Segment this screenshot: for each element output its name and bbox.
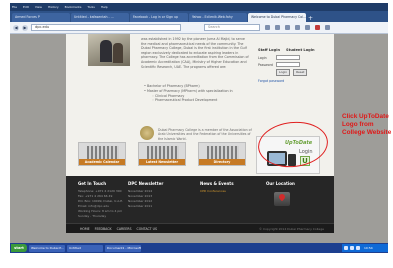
- footer-link-feedback[interactable]: FEEDBACK: [95, 227, 112, 231]
- events-links: CPD Conferences: [200, 189, 234, 194]
- tab-staff-login[interactable]: Staff Login: [258, 48, 280, 52]
- tab-dubai-pharmacy[interactable]: Welcome to Dubai Pharmacy Col...: [248, 13, 306, 22]
- contact-lines: Telephone: +971 4 2120 300 Fax: +971 4 2…: [78, 189, 123, 219]
- footer-nav: HOME FEEDBACK CAREERS CONTACT US: [80, 227, 157, 231]
- instruction-callout: Click UpToDate Logo from College Website: [342, 113, 392, 136]
- taskbar-item-document[interactable]: Document1 - Microsoft ...: [105, 244, 141, 252]
- hero-photo: [88, 34, 130, 66]
- menu-file[interactable]: File: [12, 5, 17, 10]
- program-label: Master of Pharmacy (MPharm) with special…: [147, 88, 233, 93]
- menu-history[interactable]: History: [48, 5, 59, 10]
- url-bar[interactable]: dpc.edu: [31, 24, 181, 31]
- program-subitem: ◦ Pharmaceutical Product Development: [152, 98, 218, 103]
- menu-edit[interactable]: Edit: [23, 5, 29, 10]
- login-buttons: Login Reset: [276, 69, 328, 76]
- footer-get-in-touch: Get In Touch Telephone: +971 4 2120 300 …: [78, 181, 123, 219]
- tab-student-login[interactable]: Student Login: [286, 48, 315, 52]
- desktop-screen: File Edit View History Bookmarks Tools H…: [0, 0, 393, 268]
- new-tab-button[interactable]: +: [307, 15, 314, 22]
- about-paragraph: was established in 1992 by the pioneer J…: [141, 37, 249, 69]
- page-content: was established in 1992 by the pioneer J…: [66, 34, 334, 176]
- forgot-password-link[interactable]: Forgot password: [258, 79, 328, 83]
- addon-icon[interactable]: [305, 25, 310, 30]
- programs-list: • Bachelor of Pharmacy (BPharm) • Master…: [144, 84, 252, 103]
- network-icon[interactable]: [344, 246, 348, 250]
- program-label: Bachelor of Pharmacy (BPharm): [147, 84, 200, 88]
- login-row: Login: [258, 55, 328, 60]
- college-seal-icon: [140, 126, 154, 140]
- taskbar-item-untitled[interactable]: Untitled: [67, 244, 103, 252]
- menu-help[interactable]: Help: [101, 5, 108, 10]
- tile-caption: Latest Newsletter: [139, 159, 185, 165]
- login-panel: Staff Login Student Login Login Password…: [258, 48, 328, 83]
- login-button[interactable]: Login: [276, 69, 291, 76]
- footer-heading: DPC Newsletter: [128, 181, 164, 186]
- newsletter-link[interactable]: November 2011: [128, 204, 163, 209]
- menu-tools[interactable]: Tools: [87, 5, 94, 10]
- home-icon[interactable]: [295, 25, 300, 30]
- password-field[interactable]: [276, 62, 300, 67]
- web-page: was established in 1992 by the pioneer J…: [10, 34, 388, 243]
- volume-icon[interactable]: [350, 246, 354, 250]
- newsletter-image: [147, 146, 179, 159]
- tab-yahoo[interactable]: Yahoo - Ecllenik.Web.fahy: [189, 13, 247, 22]
- adblock-icon[interactable]: [315, 25, 320, 30]
- contact-line: Sunday - Thursday: [78, 214, 107, 218]
- footer-news-events: News & Events CPD Conferences: [200, 181, 234, 194]
- password-label: Password: [258, 62, 273, 67]
- download-icon[interactable]: [285, 25, 290, 30]
- person-figure-1: [100, 40, 112, 62]
- security-icon[interactable]: [356, 246, 360, 250]
- menu-bookmarks[interactable]: Bookmarks: [65, 5, 82, 10]
- membership-text: Dubai Pharmacy College is a member of th…: [158, 128, 252, 141]
- directory-image: [207, 146, 239, 159]
- tile-caption: Academic Calendar: [79, 159, 125, 165]
- map-pin-icon[interactable]: [274, 192, 290, 206]
- password-row: Password: [258, 62, 328, 67]
- calendar-image: [87, 146, 119, 159]
- copyright-text: © Copyright 2014 Dubai Pharmacy College: [259, 227, 324, 231]
- tab-armed-forces[interactable]: Armed Forces P: [12, 13, 70, 22]
- start-button[interactable]: start: [11, 244, 27, 252]
- search-input[interactable]: Search: [204, 24, 260, 31]
- bookmarks-list-icon[interactable]: [275, 25, 280, 30]
- program-label: Clinical Pharmacy: [155, 93, 185, 98]
- footer-heading: Our Location: [266, 181, 295, 186]
- academic-calendar-tile[interactable]: Academic Calendar: [78, 142, 126, 166]
- directory-tile[interactable]: Directory: [198, 142, 246, 166]
- program-label: Pharmaceutical Product Development: [155, 98, 218, 103]
- newsletter-tile[interactable]: Latest Newsletter: [138, 142, 186, 166]
- footer-link-home[interactable]: HOME: [80, 227, 90, 231]
- browser-tab-strip: Armed Forces P Untitled - kafasentah - .…: [10, 11, 388, 22]
- back-icon[interactable]: ◀: [13, 24, 19, 31]
- tab-facebook[interactable]: Facebook - Log in or Sign up: [130, 13, 188, 22]
- browser-menubar: File Edit View History Bookmarks Tools H…: [10, 4, 108, 10]
- footer-newsletter: DPC Newsletter November 2014 November 20…: [128, 181, 163, 209]
- taskbar-item-browser[interactable]: Welcome to Dubai P...: [29, 244, 65, 252]
- clock[interactable]: 10:54: [364, 246, 373, 250]
- footer-location: Our Location: [266, 181, 295, 186]
- system-tray: 10:54: [342, 244, 388, 252]
- tile-caption: Directory: [199, 159, 245, 165]
- reset-button[interactable]: Reset: [293, 69, 308, 76]
- footer-heading: Get In Touch: [78, 181, 107, 186]
- person-figure-2: [113, 43, 123, 63]
- site-footer: Get In Touch Telephone: +971 4 2120 300 …: [66, 176, 334, 223]
- footer-link-careers[interactable]: CAREERS: [117, 227, 132, 231]
- menu-icon[interactable]: [325, 25, 330, 30]
- forward-icon[interactable]: ▶: [22, 24, 28, 31]
- newsletter-links: November 2014 November 2013 November 201…: [128, 189, 163, 209]
- browser-navigation-bar: ◀ ▶ dpc.edu Search: [10, 22, 388, 34]
- login-label: Login: [258, 55, 267, 60]
- windows-taskbar: start Welcome to Dubai P... Untitled Doc…: [10, 243, 388, 253]
- footer-heading: News & Events: [200, 181, 234, 186]
- footer-link-contact[interactable]: CONTACT US: [137, 227, 157, 231]
- event-link[interactable]: CPD Conferences: [200, 189, 226, 193]
- login-tabs: Staff Login Student Login: [258, 48, 328, 52]
- login-field[interactable]: [276, 55, 300, 60]
- bookmark-star-icon[interactable]: [265, 25, 270, 30]
- tab-untitled[interactable]: Untitled - kafasentah - ...: [71, 13, 129, 22]
- menu-view[interactable]: View: [35, 5, 42, 10]
- footer-bottom-bar: HOME FEEDBACK CAREERS CONTACT US © Copyr…: [66, 223, 334, 233]
